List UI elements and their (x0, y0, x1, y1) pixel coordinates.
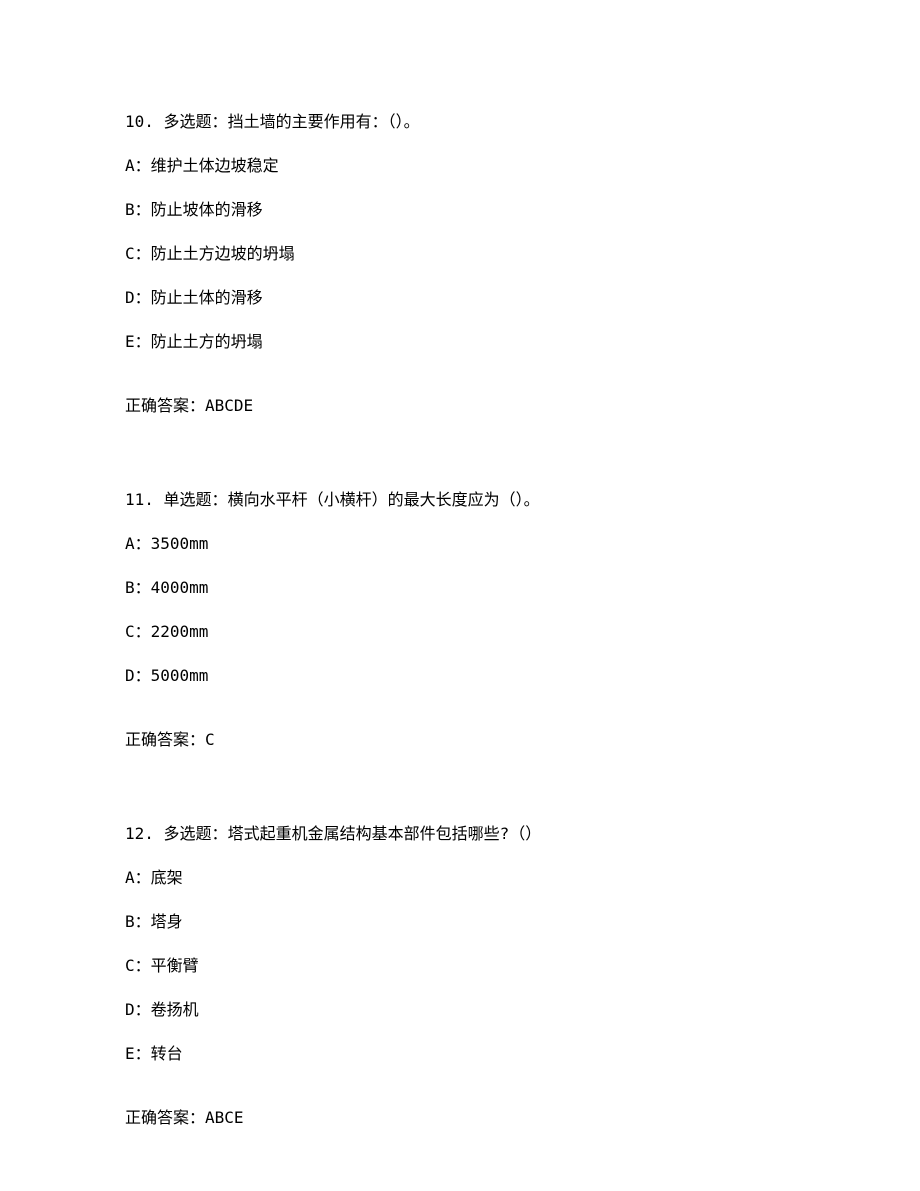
option-letter: C： (125, 622, 151, 641)
option-letter: D： (125, 666, 151, 685)
option-e: E：防止土方的坍塌 (125, 330, 795, 354)
option-text: 转台 (151, 1044, 183, 1063)
option-text: 平衡臂 (151, 956, 199, 975)
question-11: 11. 单选题：横向水平杆（小横杆）的最大长度应为（）。 A：3500mm B：… (125, 488, 795, 752)
question-type: 单选题： (164, 490, 228, 509)
option-text: 维护土体边坡稳定 (151, 156, 279, 175)
answer-label: 正确答案： (125, 1108, 205, 1127)
option-text: 2200mm (151, 622, 209, 641)
question-number: 10. (125, 112, 154, 131)
option-text: 防止土方的坍塌 (151, 332, 263, 351)
option-text: 5000mm (151, 666, 209, 685)
option-text: 卷扬机 (151, 1000, 199, 1019)
option-a: A：底架 (125, 866, 795, 890)
option-d: D：5000mm (125, 664, 795, 688)
option-letter: C： (125, 956, 151, 975)
option-d: D：防止土体的滑移 (125, 286, 795, 310)
option-a: A：维护土体边坡稳定 (125, 154, 795, 178)
option-letter: A： (125, 156, 151, 175)
option-c: C：2200mm (125, 620, 795, 644)
option-letter: B： (125, 912, 151, 931)
option-letter: C： (125, 244, 151, 263)
question-stem: 10. 多选题：挡土墙的主要作用有：（）。 (125, 110, 795, 134)
option-letter: A： (125, 534, 151, 553)
option-text: 3500mm (151, 534, 209, 553)
question-type: 多选题： (164, 112, 228, 131)
question-type: 多选题： (164, 824, 228, 843)
option-letter: B： (125, 200, 151, 219)
option-text: 防止土体的滑移 (151, 288, 263, 307)
question-number: 12. (125, 824, 154, 843)
question-stem: 12. 多选题：塔式起重机金属结构基本部件包括哪些?（） (125, 822, 795, 846)
option-letter: D： (125, 288, 151, 307)
option-text: 防止土方边坡的坍塌 (151, 244, 295, 263)
option-a: A：3500mm (125, 532, 795, 556)
answer-line: 正确答案：ABCE (125, 1106, 795, 1130)
answer-value: ABCE (205, 1108, 244, 1127)
question-10: 10. 多选题：挡土墙的主要作用有：（）。 A：维护土体边坡稳定 B：防止坡体的… (125, 110, 795, 418)
option-b: B：防止坡体的滑移 (125, 198, 795, 222)
question-12: 12. 多选题：塔式起重机金属结构基本部件包括哪些?（） A：底架 B：塔身 C… (125, 822, 795, 1130)
answer-line: 正确答案：ABCDE (125, 394, 795, 418)
answer-label: 正确答案： (125, 396, 205, 415)
question-number: 11. (125, 490, 154, 509)
option-letter: E： (125, 332, 151, 351)
question-content: 挡土墙的主要作用有：（）。 (228, 112, 420, 131)
question-content: 横向水平杆（小横杆）的最大长度应为（）。 (228, 490, 540, 509)
option-text: 塔身 (151, 912, 183, 931)
question-content: 塔式起重机金属结构基本部件包括哪些?（） (228, 824, 542, 843)
question-stem: 11. 单选题：横向水平杆（小横杆）的最大长度应为（）。 (125, 488, 795, 512)
option-b: B：塔身 (125, 910, 795, 934)
option-text: 防止坡体的滑移 (151, 200, 263, 219)
option-text: 底架 (151, 868, 183, 887)
answer-label: 正确答案： (125, 730, 205, 749)
option-letter: E： (125, 1044, 151, 1063)
option-e: E：转台 (125, 1042, 795, 1066)
answer-line: 正确答案：C (125, 728, 795, 752)
option-d: D：卷扬机 (125, 998, 795, 1022)
option-c: C：防止土方边坡的坍塌 (125, 242, 795, 266)
option-text: 4000mm (151, 578, 209, 597)
option-letter: B： (125, 578, 151, 597)
answer-value: C (205, 730, 215, 749)
option-letter: A： (125, 868, 151, 887)
option-b: B：4000mm (125, 576, 795, 600)
answer-value: ABCDE (205, 396, 253, 415)
option-letter: D： (125, 1000, 151, 1019)
option-c: C：平衡臂 (125, 954, 795, 978)
